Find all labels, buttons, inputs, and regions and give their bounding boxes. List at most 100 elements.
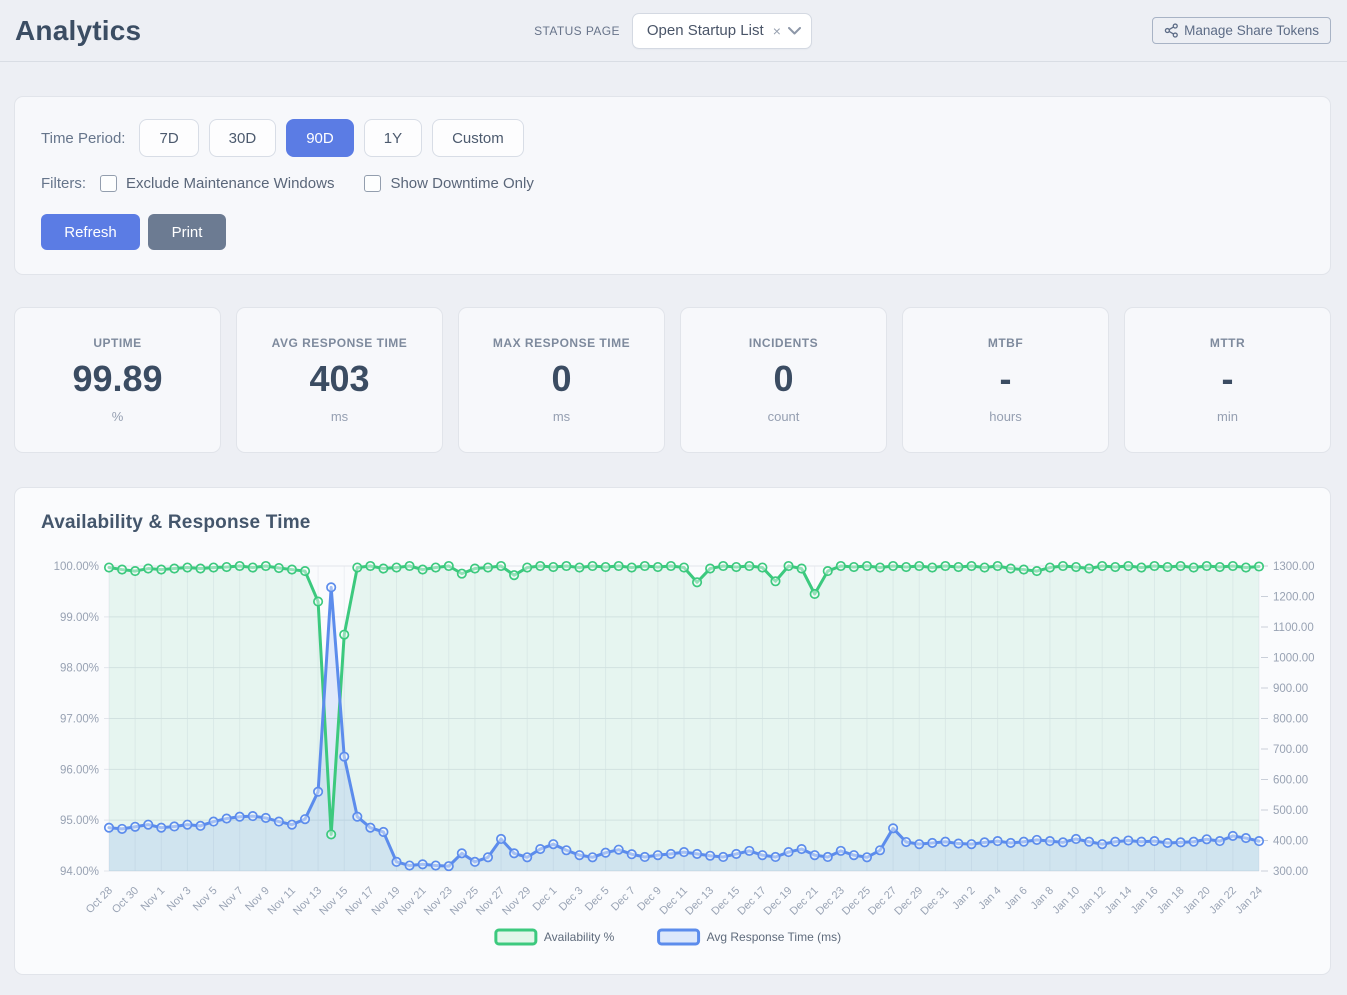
response-point[interactable] xyxy=(706,852,714,860)
availability-point[interactable] xyxy=(915,562,923,570)
availability-point[interactable] xyxy=(1059,562,1067,570)
print-button[interactable]: Print xyxy=(148,214,226,250)
response-point[interactable] xyxy=(327,583,335,591)
response-point[interactable] xyxy=(1163,839,1171,847)
availability-point[interactable] xyxy=(1007,564,1015,572)
availability-point[interactable] xyxy=(209,563,217,571)
availability-point[interactable] xyxy=(1203,562,1211,570)
response-point[interactable] xyxy=(667,850,675,858)
availability-point[interactable] xyxy=(1255,562,1263,570)
checkbox-icon[interactable] xyxy=(100,175,117,192)
availability-point[interactable] xyxy=(327,830,335,838)
response-point[interactable] xyxy=(889,824,897,832)
response-point[interactable] xyxy=(1150,837,1158,845)
response-point[interactable] xyxy=(732,850,740,858)
response-point[interactable] xyxy=(131,823,139,831)
clear-selection-icon[interactable]: × xyxy=(773,24,781,38)
legend-item-availability[interactable]: Availability % xyxy=(496,930,615,944)
availability-point[interactable] xyxy=(745,562,753,570)
response-point[interactable] xyxy=(1255,837,1263,845)
response-point[interactable] xyxy=(954,839,962,847)
availability-point[interactable] xyxy=(837,562,845,570)
response-point[interactable] xyxy=(275,817,283,825)
availability-point[interactable] xyxy=(967,562,975,570)
availability-point[interactable] xyxy=(1242,563,1250,571)
availability-point[interactable] xyxy=(458,569,466,577)
time-period-7d[interactable]: 7D xyxy=(139,119,198,157)
response-point[interactable] xyxy=(549,840,557,848)
availability-point[interactable] xyxy=(301,567,309,575)
availability-point[interactable] xyxy=(954,563,962,571)
availability-point[interactable] xyxy=(235,562,243,570)
response-point[interactable] xyxy=(392,858,400,866)
availability-point[interactable] xyxy=(144,564,152,572)
availability-point[interactable] xyxy=(797,564,805,572)
refresh-button[interactable]: Refresh xyxy=(41,214,140,250)
response-point[interactable] xyxy=(196,822,204,830)
availability-point[interactable] xyxy=(392,563,400,571)
response-point[interactable] xyxy=(1072,835,1080,843)
availability-point[interactable] xyxy=(1098,562,1106,570)
response-point[interactable] xyxy=(536,845,544,853)
response-point[interactable] xyxy=(1098,840,1106,848)
response-point[interactable] xyxy=(510,849,518,857)
availability-point[interactable] xyxy=(575,563,583,571)
availability-point[interactable] xyxy=(183,563,191,571)
availability-point[interactable] xyxy=(902,563,910,571)
response-point[interactable] xyxy=(379,828,387,836)
time-period-90d[interactable]: 90D xyxy=(286,119,354,157)
response-point[interactable] xyxy=(967,840,975,848)
availability-point[interactable] xyxy=(850,563,858,571)
response-point[interactable] xyxy=(1085,838,1093,846)
response-point[interactable] xyxy=(588,853,596,861)
availability-point[interactable] xyxy=(249,563,257,571)
availability-point[interactable] xyxy=(941,562,949,570)
response-point[interactable] xyxy=(366,823,374,831)
availability-point[interactable] xyxy=(510,571,518,579)
response-point[interactable] xyxy=(432,861,440,869)
availability-point[interactable] xyxy=(771,577,779,585)
availability-point[interactable] xyxy=(654,563,662,571)
availability-point[interactable] xyxy=(105,563,113,571)
response-point[interactable] xyxy=(745,847,753,855)
response-point[interactable] xyxy=(340,752,348,760)
availability-point[interactable] xyxy=(1033,567,1041,575)
availability-point[interactable] xyxy=(1176,562,1184,570)
availability-point[interactable] xyxy=(418,565,426,573)
availability-point[interactable] xyxy=(628,563,636,571)
availability-point[interactable] xyxy=(131,567,139,575)
availability-point[interactable] xyxy=(980,563,988,571)
response-point[interactable] xyxy=(902,838,910,846)
response-point[interactable] xyxy=(784,848,792,856)
response-point[interactable] xyxy=(144,820,152,828)
response-point[interactable] xyxy=(1007,839,1015,847)
response-point[interactable] xyxy=(797,845,805,853)
response-point[interactable] xyxy=(1111,838,1119,846)
response-point[interactable] xyxy=(693,850,701,858)
availability-point[interactable] xyxy=(719,562,727,570)
response-point[interactable] xyxy=(837,847,845,855)
availability-point[interactable] xyxy=(993,562,1001,570)
response-point[interactable] xyxy=(288,820,296,828)
availability-point[interactable] xyxy=(314,597,322,605)
status-page-select[interactable]: Open Startup List × xyxy=(632,13,812,49)
response-point[interactable] xyxy=(209,817,217,825)
response-point[interactable] xyxy=(850,851,858,859)
filter-checkbox-item-0[interactable]: Exclude Maintenance Windows xyxy=(100,175,334,192)
availability-point[interactable] xyxy=(340,630,348,638)
availability-point[interactable] xyxy=(810,590,818,598)
response-point[interactable] xyxy=(249,812,257,820)
response-point[interactable] xyxy=(1242,834,1250,842)
response-point[interactable] xyxy=(105,823,113,831)
response-point[interactable] xyxy=(824,853,832,861)
availability-point[interactable] xyxy=(588,562,596,570)
availability-point[interactable] xyxy=(928,563,936,571)
availability-point[interactable] xyxy=(536,562,544,570)
availability-point[interactable] xyxy=(758,563,766,571)
response-point[interactable] xyxy=(405,861,413,869)
availability-point[interactable] xyxy=(1085,564,1093,572)
availability-point[interactable] xyxy=(275,564,283,572)
response-point[interactable] xyxy=(1046,837,1054,845)
response-point[interactable] xyxy=(1189,838,1197,846)
availability-point[interactable] xyxy=(262,562,270,570)
